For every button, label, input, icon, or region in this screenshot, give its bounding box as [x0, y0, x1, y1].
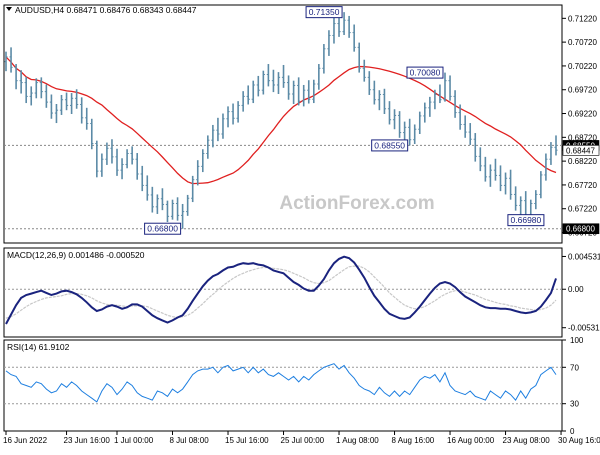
x-tick-label: 16 Jun 2022 — [3, 436, 48, 445]
y-tick-label: 0.68220 — [568, 157, 597, 166]
x-tick-label: 15 Jul 16:00 — [225, 436, 269, 445]
watermark: ActionForex.com — [279, 193, 434, 214]
rsi-y-tick-label: 70 — [570, 363, 579, 372]
y-tick-label: 0.67220 — [568, 205, 597, 214]
y-tick-label: 0.69720 — [568, 86, 597, 95]
chart-root: ActionForex.com 0.71220 0.70720 0.70220 0.69… — [0, 0, 600, 450]
x-tick-label: 1 Aug 08:00 — [336, 436, 379, 445]
chart-svg: ActionForex.com 0.71220 0.70720 0.70220 0.69… — [0, 0, 600, 450]
y-tick-label: 0.69220 — [568, 110, 597, 119]
rsi-y-tick-label: 0 — [570, 427, 575, 436]
annotation-label: 0.68550 — [374, 140, 405, 150]
x-tick-label: 30 Aug 16:00 — [558, 436, 600, 445]
x-tick-label: 23 Aug 08:00 — [503, 436, 551, 445]
x-tick-label: 23 Jun 16:00 — [64, 436, 111, 445]
y-tick-label: 0.71220 — [568, 14, 597, 23]
rsi-title: RSI(14) 61.9102 — [7, 342, 70, 352]
y-tick-label: 0.70720 — [568, 38, 597, 47]
x-tick-label: 8 Aug 16:00 — [392, 436, 435, 445]
annotation-label: 0.71350 — [309, 7, 340, 17]
x-tick-label: 8 Jul 08:00 — [170, 436, 210, 445]
price-mark-label: 0.66800 — [566, 225, 595, 234]
macd-y-tick-label: 0.004531 — [568, 252, 600, 261]
y-tick-label: 0.67720 — [568, 181, 597, 190]
price-mark-label: 0.68447 — [566, 146, 595, 155]
x-tick-label: 16 Aug 00:00 — [447, 436, 495, 445]
macd-y-tick-label: -0.005316 — [568, 324, 600, 333]
annotation-label: 0.70080 — [410, 68, 441, 78]
annotation-label: 0.66980 — [511, 215, 542, 225]
chart-header-label: AUDUSD,H4 0.68471 0.68476 0.68343 0.6844… — [15, 5, 197, 15]
macd-title: MACD(12,26,9) 0.001486 -0.000520 — [7, 250, 145, 260]
rsi-y-tick-label: 30 — [570, 400, 579, 409]
x-tick-label: 1 Jul 00:00 — [114, 436, 154, 445]
macd-y-tick-label: 0.00 — [568, 285, 584, 294]
rsi-y-tick-label: 100 — [570, 336, 584, 345]
x-tick-label: 25 Jul 00:00 — [281, 436, 325, 445]
annotation-label: 0.66800 — [147, 224, 178, 234]
y-tick-label: 0.70220 — [568, 62, 597, 71]
